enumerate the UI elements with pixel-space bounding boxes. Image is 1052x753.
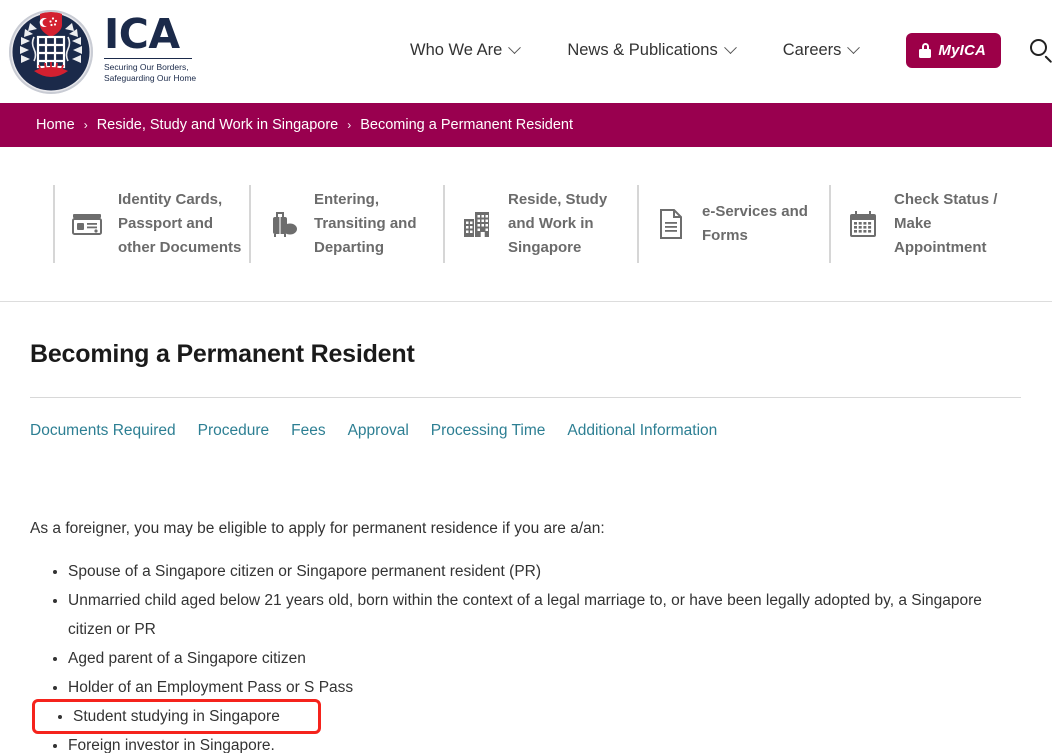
quick-link-reside-study-work[interactable]: Reside, Study and Work in Singapore <box>443 185 637 263</box>
search-icon[interactable] <box>1029 38 1052 64</box>
quick-link-entering-transiting[interactable]: Entering, Transiting and Departing <box>249 185 443 263</box>
quick-link-label: Check Status / Make Appointment <box>894 191 998 256</box>
tab-procedure[interactable]: Procedure <box>198 422 270 440</box>
logo-divider <box>104 57 192 59</box>
eligibility-list: Spouse of a Singapore citizen or Singapo… <box>30 557 1022 753</box>
breadcrumb-item-reside-study-work[interactable]: Reside, Study and Work in Singapore <box>97 117 339 133</box>
luggage-icon <box>265 206 301 242</box>
nav-item-careers[interactable]: Careers <box>782 41 861 60</box>
title-divider <box>30 397 1021 398</box>
list-item: Foreign investor in Singapore. <box>30 731 990 753</box>
nav-item-news-publications[interactable]: News & Publications <box>567 41 737 60</box>
tab-approval[interactable]: Approval <box>348 422 409 440</box>
tab-fees[interactable]: Fees <box>291 422 325 440</box>
list-item: Holder of an Employment Pass or S Pass <box>30 673 990 702</box>
calendar-icon <box>845 206 881 242</box>
list-item: Spouse of a Singapore citizen or Singapo… <box>30 557 990 586</box>
myica-button[interactable]: MyICA <box>906 33 1002 68</box>
site-logo[interactable]: ICA Securing Our Borders, Safeguarding O… <box>8 9 196 95</box>
nav-item-label: Who We Are <box>410 41 503 59</box>
site-header: ICA Securing Our Borders, Safeguarding O… <box>0 0 1052 103</box>
logo-tagline-line2: Safeguarding Our Home <box>104 72 197 83</box>
list-item-highlighted: Student studying in Singapore <box>32 698 321 734</box>
myica-button-label: MyICA <box>938 42 987 59</box>
nav-item-label: News & Publications <box>567 41 718 59</box>
id-card-icon <box>69 206 105 242</box>
breadcrumb-item-home[interactable]: Home <box>36 117 75 133</box>
quick-link-check-status-appointment[interactable]: Check Status / Make Appointment <box>829 185 1009 263</box>
quick-links-bar: Identity Cards, Passport and other Docum… <box>0 147 1052 302</box>
page-title: Becoming a Permanent Resident <box>30 340 415 368</box>
chevron-down-icon <box>508 41 522 55</box>
main-content: Becoming a Permanent Resident Documents … <box>0 340 1052 753</box>
primary-navigation: Who We Are News & Publications Careers M… <box>410 33 1052 68</box>
quick-link-eservices-forms[interactable]: e-Services and Forms <box>637 185 829 263</box>
breadcrumb: Home › Reside, Study and Work in Singapo… <box>0 103 1052 147</box>
list-item: Aged parent of a Singapore citizen <box>30 644 990 673</box>
quick-link-label: Reside, Study and Work in Singapore <box>508 191 608 256</box>
logo-wordmark: ICA <box>104 10 180 59</box>
ica-crest-icon <box>8 9 94 95</box>
quick-link-label: Entering, Transiting and Departing <box>314 191 417 256</box>
quick-link-label: e-Services and Forms <box>702 203 808 244</box>
section-tabs: Documents Required Procedure Fees Approv… <box>30 422 1022 440</box>
breadcrumb-separator-icon: › <box>83 118 88 132</box>
list-item: Unmarried child aged below 21 years old,… <box>30 586 990 644</box>
logo-tagline-line1: Securing Our Borders, <box>104 61 189 72</box>
nav-item-label: Careers <box>782 41 842 59</box>
tab-documents-required[interactable]: Documents Required <box>30 422 176 440</box>
chevron-down-icon <box>723 41 737 55</box>
breadcrumb-item-current: Becoming a Permanent Resident <box>360 117 574 133</box>
tab-additional-information[interactable]: Additional Information <box>567 422 717 440</box>
quick-link-label: Identity Cards, Passport and other Docum… <box>118 191 242 256</box>
nav-item-who-we-are[interactable]: Who We Are <box>410 41 522 60</box>
intro-paragraph: As a foreigner, you may be eligible to a… <box>30 520 605 537</box>
breadcrumb-separator-icon: › <box>347 118 352 132</box>
tab-processing-time[interactable]: Processing Time <box>431 422 546 440</box>
chevron-down-icon <box>847 41 861 55</box>
lock-icon <box>919 43 932 58</box>
document-icon <box>653 206 689 242</box>
building-icon <box>459 206 495 242</box>
quick-link-identity-cards[interactable]: Identity Cards, Passport and other Docum… <box>53 185 249 263</box>
